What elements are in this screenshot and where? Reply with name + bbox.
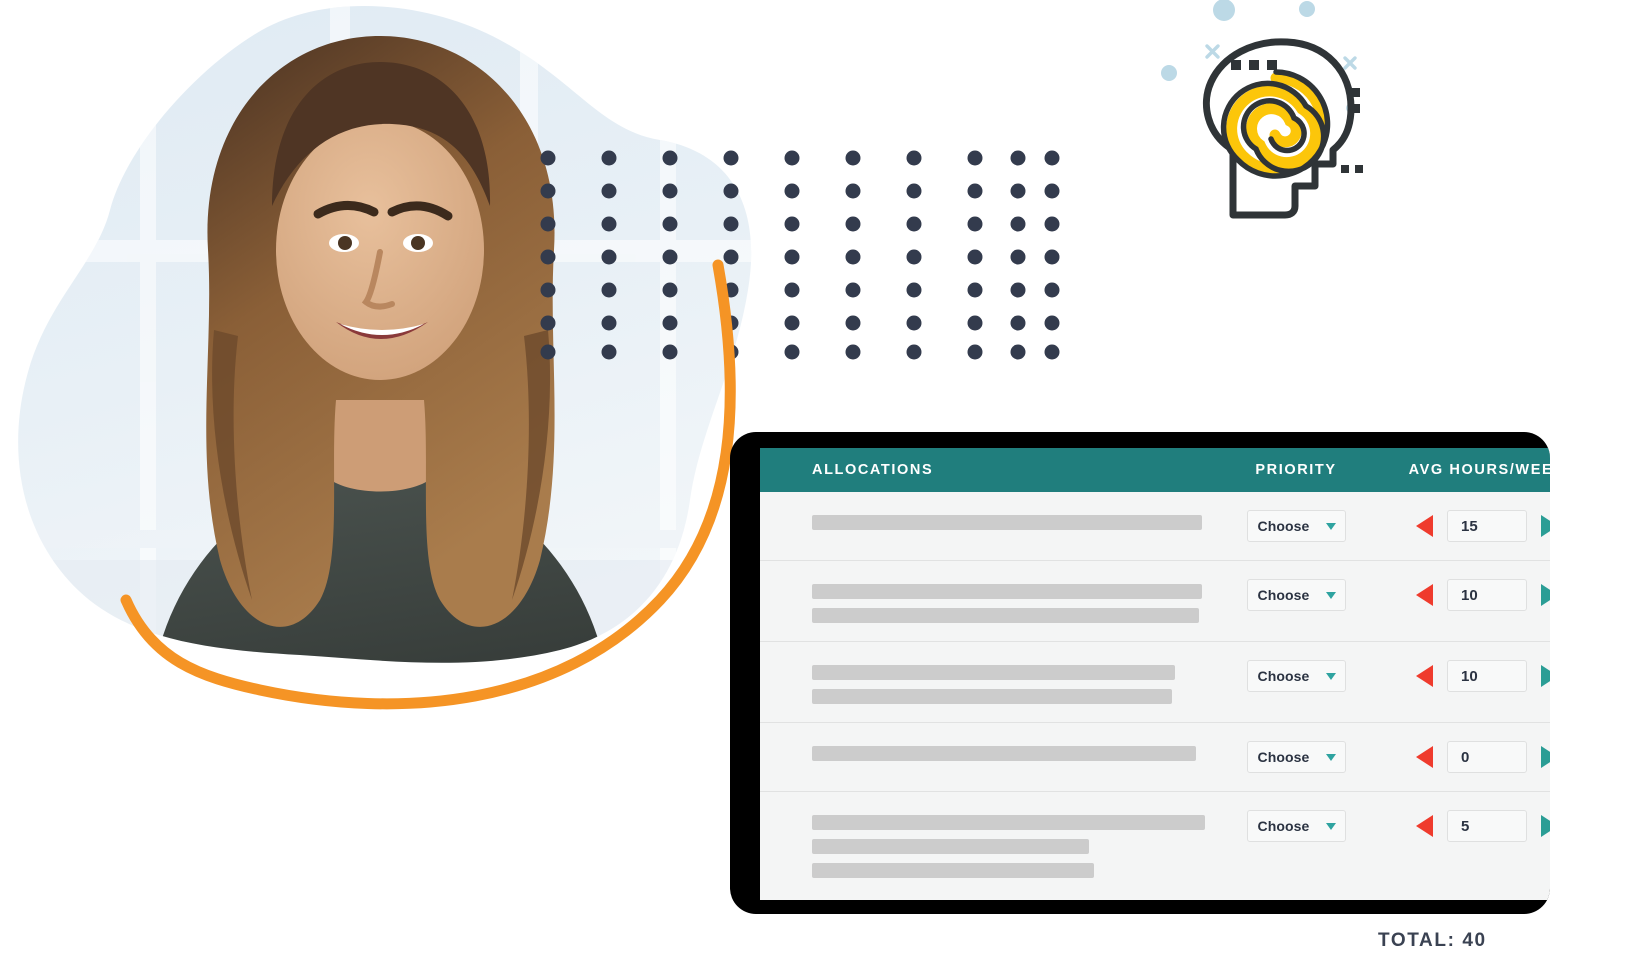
priority-cell: Choose: [1220, 810, 1372, 842]
accent-circle-icon: [1161, 65, 1177, 81]
accent-dashes-icon: [1231, 60, 1277, 70]
hours-input[interactable]: 0: [1447, 741, 1527, 773]
priority-select[interactable]: Choose: [1246, 510, 1346, 542]
allocation-placeholder-cell: [760, 579, 1220, 623]
dot-grid-pattern: [540, 150, 1060, 360]
skeleton-bar: [812, 746, 1196, 761]
increment-arrow-icon[interactable]: [1541, 584, 1550, 606]
skeleton-bar: [812, 515, 1202, 530]
chevron-down-icon: [1325, 822, 1336, 830]
column-header-allocations: ALLOCATIONS: [812, 462, 934, 478]
table-row: Choose 15: [760, 492, 1550, 561]
skeleton-bar: [812, 665, 1175, 680]
table-header-row: ALLOCATIONS PRIORITY AVG HOURS/WEEK: [760, 448, 1550, 492]
priority-cell: Choose: [1220, 510, 1372, 542]
hours-input[interactable]: 15: [1447, 510, 1527, 542]
column-header-hours: AVG HOURS/WEEK: [1408, 462, 1550, 478]
priority-select-label: Choose: [1257, 668, 1310, 684]
chevron-down-icon: [1325, 522, 1336, 530]
priority-select[interactable]: Choose: [1246, 741, 1346, 773]
decrement-arrow-icon[interactable]: [1416, 746, 1433, 768]
skeleton-bar: [812, 584, 1202, 599]
skeleton-bar: [812, 608, 1199, 623]
chevron-down-icon: [1325, 753, 1336, 761]
hours-value: 0: [1461, 748, 1470, 766]
page-root: ALLOCATIONS PRIORITY AVG HOURS/WEEK Choo…: [0, 0, 1635, 968]
hours-input[interactable]: 10: [1447, 660, 1527, 692]
accent-circle-icon: [1299, 1, 1315, 17]
skeleton-bar: [812, 815, 1205, 830]
priority-cell: Choose: [1220, 741, 1372, 773]
table-row: Choose 5: [760, 792, 1550, 896]
decrement-arrow-icon[interactable]: [1416, 584, 1433, 606]
increment-arrow-icon[interactable]: [1541, 815, 1550, 837]
accent-x-icon: [1205, 44, 1220, 59]
priority-select-label: Choose: [1257, 818, 1310, 834]
hours-cell: 15: [1372, 510, 1550, 542]
brain-head-icon: [1155, 0, 1395, 225]
allocation-placeholder-cell: [760, 810, 1220, 878]
decrement-arrow-icon[interactable]: [1416, 815, 1433, 837]
allocation-placeholder-cell: [760, 660, 1220, 704]
priority-select-label: Choose: [1257, 749, 1310, 765]
table-row: Choose 10: [760, 561, 1550, 642]
accent-x-icon: [1343, 56, 1357, 70]
hours-value: 15: [1461, 517, 1478, 535]
allocations-table-body: Choose 15 Choose 10 Choose 10 Choose 0 Choose 5: [760, 492, 1550, 896]
tablet-device-frame: ALLOCATIONS PRIORITY AVG HOURS/WEEK Choo…: [730, 432, 1550, 914]
allocations-screen: ALLOCATIONS PRIORITY AVG HOURS/WEEK Choo…: [760, 448, 1550, 900]
chevron-down-icon: [1325, 591, 1336, 599]
priority-select[interactable]: Choose: [1246, 810, 1346, 842]
increment-arrow-icon[interactable]: [1541, 665, 1550, 687]
allocation-placeholder-cell: [760, 510, 1220, 530]
priority-select-label: Choose: [1257, 518, 1310, 534]
table-row: Choose 0: [760, 723, 1550, 792]
accent-circle-icon: [1213, 0, 1235, 21]
hours-cell: 5: [1372, 810, 1550, 842]
priority-select[interactable]: Choose: [1246, 660, 1346, 692]
skeleton-bar: [812, 863, 1094, 878]
increment-arrow-icon[interactable]: [1541, 515, 1550, 537]
decrement-arrow-icon[interactable]: [1416, 665, 1433, 687]
hours-value: 10: [1461, 586, 1478, 604]
hours-cell: 10: [1372, 579, 1550, 611]
total-hours-label: TOTAL: 40: [1378, 930, 1487, 951]
priority-cell: Choose: [1220, 579, 1372, 611]
priority-cell: Choose: [1220, 660, 1372, 692]
hours-cell: 0: [1372, 741, 1550, 773]
skeleton-bar: [812, 839, 1089, 854]
skeleton-bar: [812, 689, 1172, 704]
allocation-placeholder-cell: [760, 741, 1220, 761]
hours-input[interactable]: 5: [1447, 810, 1527, 842]
table-row: Choose 10: [760, 642, 1550, 723]
increment-arrow-icon[interactable]: [1541, 746, 1550, 768]
hours-input[interactable]: 10: [1447, 579, 1527, 611]
priority-select[interactable]: Choose: [1246, 579, 1346, 611]
hours-cell: 10: [1372, 660, 1550, 692]
column-header-priority: PRIORITY: [1255, 462, 1337, 478]
chevron-down-icon: [1325, 672, 1336, 680]
priority-select-label: Choose: [1257, 587, 1310, 603]
decrement-arrow-icon[interactable]: [1416, 515, 1433, 537]
hours-value: 10: [1461, 667, 1478, 685]
hours-value: 5: [1461, 817, 1470, 835]
